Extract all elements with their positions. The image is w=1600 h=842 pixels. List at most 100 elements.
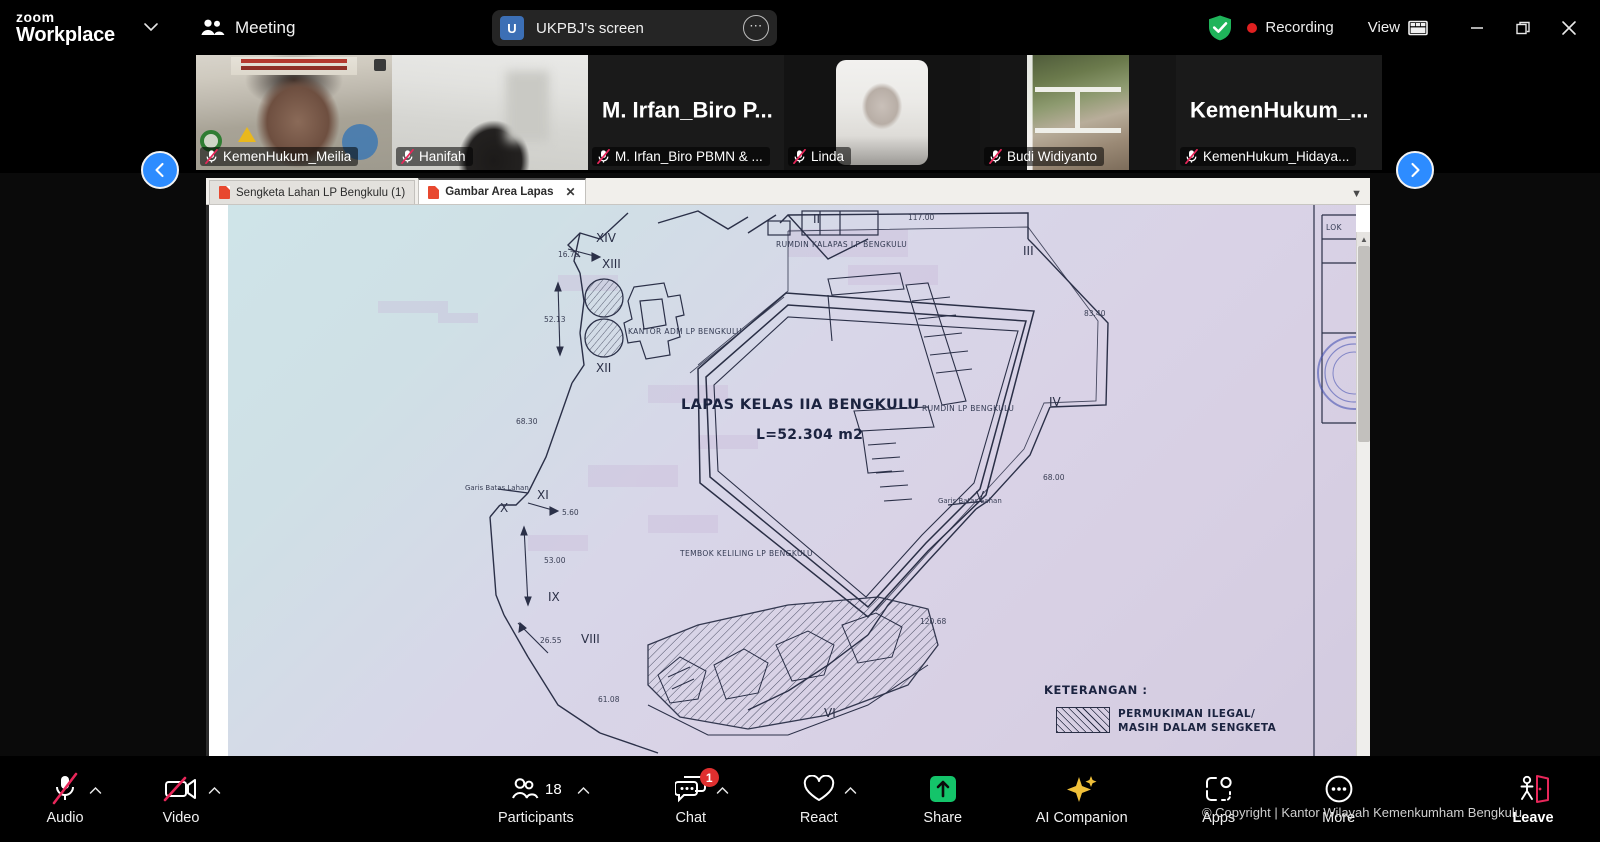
svg-text:IX: IX bbox=[548, 590, 560, 604]
recording-label: Recording bbox=[1265, 19, 1334, 36]
copyright-notice: © Copyright | Kantor Wilayah Kemenkumham… bbox=[1201, 805, 1522, 820]
react-label: React bbox=[799, 810, 838, 826]
heart-icon bbox=[803, 775, 834, 801]
ai-icon-wrap bbox=[1066, 772, 1098, 806]
drawing-area-value: L=52.304 m2 bbox=[756, 427, 864, 443]
filmstrip-next-button[interactable] bbox=[1396, 151, 1434, 189]
audio-button[interactable]: Audio bbox=[34, 772, 102, 826]
ai-companion-label: AI Companion bbox=[1035, 810, 1128, 826]
maximize-button[interactable] bbox=[1500, 0, 1546, 55]
tile-name-label: KemenHukum_Meilia bbox=[223, 149, 352, 164]
page-left-margin bbox=[206, 205, 228, 756]
tile-name-bar: M. Irfan_Biro PBMN & ... bbox=[592, 147, 770, 166]
pdf-tab-label: Gambar Area Lapas bbox=[445, 186, 554, 198]
minimize-button[interactable] bbox=[1454, 0, 1500, 55]
pdf-tab-bar: Sengketa Lahan LP Bengkulu (1) Gambar Ar… bbox=[206, 178, 1370, 205]
pdf-file-icon bbox=[219, 186, 230, 199]
svg-text:117.00: 117.00 bbox=[908, 213, 934, 222]
video-button[interactable]: Video bbox=[150, 772, 221, 826]
video-tile[interactable]: KemenHukum_Meilia bbox=[196, 55, 392, 170]
video-tile[interactable]: Budi Widiyanto bbox=[980, 55, 1176, 170]
people-icon bbox=[512, 778, 539, 799]
video-tile[interactable]: KemenHukum_... KemenHukum_Hidaya... bbox=[1176, 55, 1382, 170]
svg-text:68.00: 68.00 bbox=[1043, 473, 1065, 482]
video-tile[interactable]: Hanifah bbox=[392, 55, 588, 170]
legend-heading: KETERANGAN : bbox=[1044, 683, 1148, 697]
recording-indicator[interactable]: Recording bbox=[1247, 19, 1334, 36]
chat-unread-badge: 1 bbox=[699, 768, 719, 787]
chat-button[interactable]: 1 Chat bbox=[660, 768, 729, 826]
recording-dot-icon bbox=[1247, 22, 1258, 33]
leave-button[interactable]: Leave bbox=[1502, 772, 1564, 826]
svg-text:KANTOR ADM LP BENGKULU: KANTOR ADM LP BENGKULU bbox=[628, 327, 742, 336]
view-button[interactable]: View bbox=[1368, 19, 1428, 36]
shared-screen-pill[interactable]: U UKPBJ's screen ⋯ bbox=[492, 10, 777, 46]
zoom-meeting-window: zoom Workplace Meeting U UKPBJ's screen … bbox=[0, 0, 1600, 842]
svg-text:III: III bbox=[1023, 244, 1034, 258]
tile-name-label: KemenHukum_Hidaya... bbox=[1203, 149, 1350, 164]
tile-name-label: Hanifah bbox=[419, 149, 466, 164]
svg-text:II: II bbox=[813, 212, 820, 226]
react-icon-wrap bbox=[803, 772, 857, 806]
ai-companion-button[interactable]: AI Companion bbox=[1036, 772, 1128, 826]
chevron-up-icon bbox=[89, 786, 102, 794]
participants-label: Participants bbox=[498, 810, 574, 826]
video-tile[interactable]: M. Irfan_Biro P... M. Irfan_Biro PBMN & … bbox=[588, 55, 784, 170]
participants-button[interactable]: 18 Participants bbox=[498, 772, 589, 826]
document-scrollbar[interactable]: ▲ ▼ bbox=[1356, 232, 1370, 756]
share-screen-icon bbox=[929, 776, 956, 802]
svg-text:RUMDIN LP BENGKULU: RUMDIN LP BENGKULU bbox=[922, 404, 1014, 413]
tile-name-label: M. Irfan_Biro PBMN & ... bbox=[615, 149, 763, 164]
meeting-tab-label: Meeting bbox=[234, 17, 296, 37]
chevron-down-icon[interactable]: ▼ bbox=[1351, 188, 1362, 200]
participants-icon-wrap: 18 bbox=[510, 772, 589, 806]
chat-options-caret[interactable] bbox=[716, 786, 729, 798]
scrollbar-thumb[interactable] bbox=[1358, 246, 1370, 442]
share-button[interactable]: Share bbox=[912, 772, 974, 826]
decor-warning-icon bbox=[238, 127, 256, 142]
leave-icon-wrap bbox=[1516, 772, 1550, 806]
more-options-icon[interactable]: ⋯ bbox=[743, 15, 769, 41]
pdf-document-area[interactable]: XIV XIII XII XI X IX VIII VI II III IV V bbox=[206, 205, 1370, 756]
svg-text:X: X bbox=[500, 501, 508, 515]
chat-icon-wrap: 1 bbox=[674, 768, 729, 806]
shield-check-icon[interactable] bbox=[1207, 14, 1233, 42]
pdf-tab-gambar[interactable]: Gambar Area Lapas ✕ bbox=[418, 178, 586, 204]
tile-name-bar: KemenHukum_Meilia bbox=[200, 147, 359, 166]
audio-label: Audio bbox=[46, 810, 84, 826]
pdf-tab-sengketa[interactable]: Sengketa Lahan LP Bengkulu (1) bbox=[209, 180, 416, 204]
svg-text:VIII: VIII bbox=[581, 632, 600, 646]
meeting-toolbar: Audio Video 18 Participants 1 Chat React… bbox=[0, 756, 1600, 842]
minimize-icon bbox=[1471, 26, 1483, 29]
svg-text:120.68: 120.68 bbox=[920, 617, 946, 626]
svg-text:LOK: LOK bbox=[1326, 223, 1343, 232]
video-tile[interactable]: Linda bbox=[784, 55, 980, 170]
close-icon[interactable]: ✕ bbox=[565, 186, 575, 198]
brand-dropdown-caret[interactable] bbox=[143, 20, 159, 35]
caret-up-icon[interactable]: ▲ bbox=[1357, 232, 1370, 246]
microphone-muted-icon bbox=[205, 149, 218, 164]
meeting-tab[interactable]: Meeting bbox=[199, 18, 295, 38]
filmstrip-prev-button[interactable] bbox=[141, 151, 179, 189]
shared-screen-label: UKPBJ's screen bbox=[536, 19, 644, 37]
legend-item-label: PERMUKIMAN ILEGAL/ MASIH DALAM SENGKETA bbox=[1118, 708, 1277, 734]
close-button[interactable] bbox=[1546, 0, 1592, 55]
tile-name-bar: KemenHukum_Hidaya... bbox=[1180, 147, 1357, 166]
shared-screen-viewport: Sengketa Lahan LP Bengkulu (1) Gambar Ar… bbox=[206, 178, 1370, 756]
chevron-up-icon bbox=[844, 786, 857, 794]
svg-text:53.00: 53.00 bbox=[544, 556, 566, 565]
title-bar-right: Recording View bbox=[1207, 0, 1600, 55]
video-options-caret[interactable] bbox=[208, 786, 221, 798]
react-options-caret[interactable] bbox=[844, 786, 857, 798]
tile-name-bar: Budi Widiyanto bbox=[984, 147, 1105, 166]
tile-name-label: Linda bbox=[811, 149, 845, 164]
react-button[interactable]: React bbox=[788, 772, 857, 826]
svg-text:68.30: 68.30 bbox=[516, 417, 538, 426]
video-label: Video bbox=[162, 810, 200, 826]
ellipsis-circle-icon bbox=[1325, 775, 1353, 803]
participants-options-caret[interactable] bbox=[577, 786, 590, 798]
svg-text:VI: VI bbox=[824, 706, 836, 720]
audio-options-caret[interactable] bbox=[89, 786, 102, 798]
chevron-up-icon bbox=[577, 786, 589, 794]
chevron-right-icon bbox=[1411, 162, 1420, 178]
